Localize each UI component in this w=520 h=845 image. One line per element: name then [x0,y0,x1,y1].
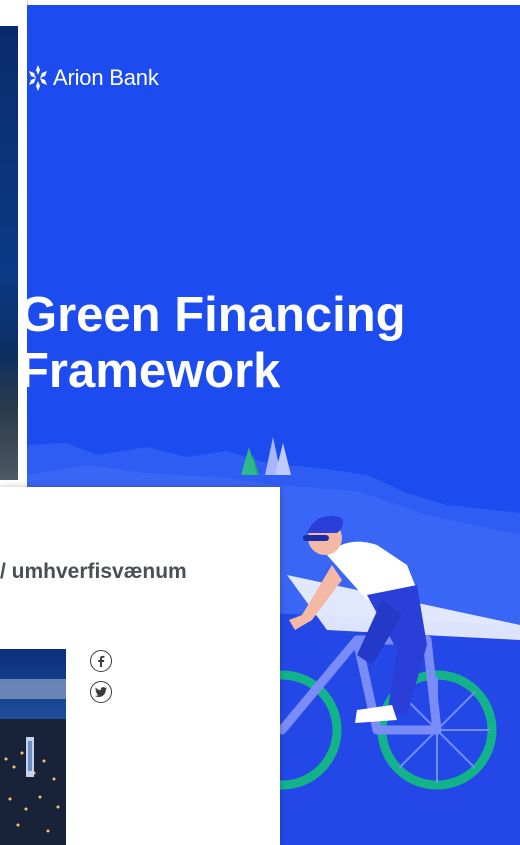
headline-line-1: Green Financing [27,288,406,342]
twitter-icon [95,687,107,697]
headline-line-2: Framework [27,344,281,398]
share-buttons [90,650,112,703]
brand-name: Arion Bank [53,65,159,90]
poster-headline: Green Financing Framework [27,287,406,399]
arion-bank-logo: Arion Bank [29,65,159,91]
article-title[interactable]: / umhverfisvænum [0,560,187,584]
twitter-share-button[interactable] [90,681,112,703]
city-night-photo [0,649,66,845]
left-card [0,0,28,480]
left-card-image [0,26,18,480]
arion-star-icon [29,65,47,91]
facebook-share-button[interactable] [90,650,112,672]
facebook-icon [98,655,105,667]
article-card[interactable]: / umhverfisvænum [0,487,280,845]
